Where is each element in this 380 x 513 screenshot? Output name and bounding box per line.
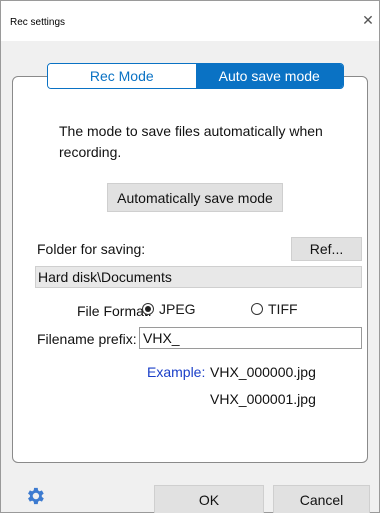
filename-prefix-input[interactable]: VHX_ xyxy=(139,327,362,349)
example-filename-1: VHX_000000.jpg xyxy=(210,364,316,380)
radio-tiff[interactable]: TIFF xyxy=(251,301,298,317)
tab-auto-save-mode[interactable]: Auto save mode xyxy=(195,64,343,88)
automatically-save-mode-button[interactable]: Automatically save mode xyxy=(107,183,283,212)
radio-selected-icon xyxy=(142,303,154,315)
ok-button[interactable]: OK xyxy=(154,485,264,513)
gear-icon[interactable] xyxy=(24,485,46,507)
close-icon[interactable]: ✕ xyxy=(361,13,375,27)
radio-jpeg-label: JPEG xyxy=(159,301,196,317)
filename-prefix-label: Filename prefix: xyxy=(37,331,137,347)
example-filename-2: VHX_000001.jpg xyxy=(210,391,316,407)
window-title: Rec settings xyxy=(10,17,66,28)
mode-description: The mode to save files automatically whe… xyxy=(59,123,323,160)
radio-jpeg[interactable]: JPEG xyxy=(142,301,196,317)
tab-rec-mode[interactable]: Rec Mode xyxy=(48,64,196,88)
mode-tabs: Rec Mode Auto save mode xyxy=(47,63,344,89)
rec-settings-window: Rec settings ✕ Rec Mode Auto save mode T… xyxy=(0,0,380,513)
file-format-label: File Format: xyxy=(77,303,152,319)
folder-path-field[interactable]: Hard disk\Documents xyxy=(35,266,362,288)
radio-tiff-label: TIFF xyxy=(268,301,298,317)
radio-unselected-icon xyxy=(251,303,263,315)
cancel-button[interactable]: Cancel xyxy=(273,485,370,513)
example-label: Example: xyxy=(147,364,206,380)
title-bar: Rec settings ✕ xyxy=(1,1,379,41)
ref-button[interactable]: Ref... xyxy=(291,237,362,261)
folder-label: Folder for saving: xyxy=(37,241,146,257)
